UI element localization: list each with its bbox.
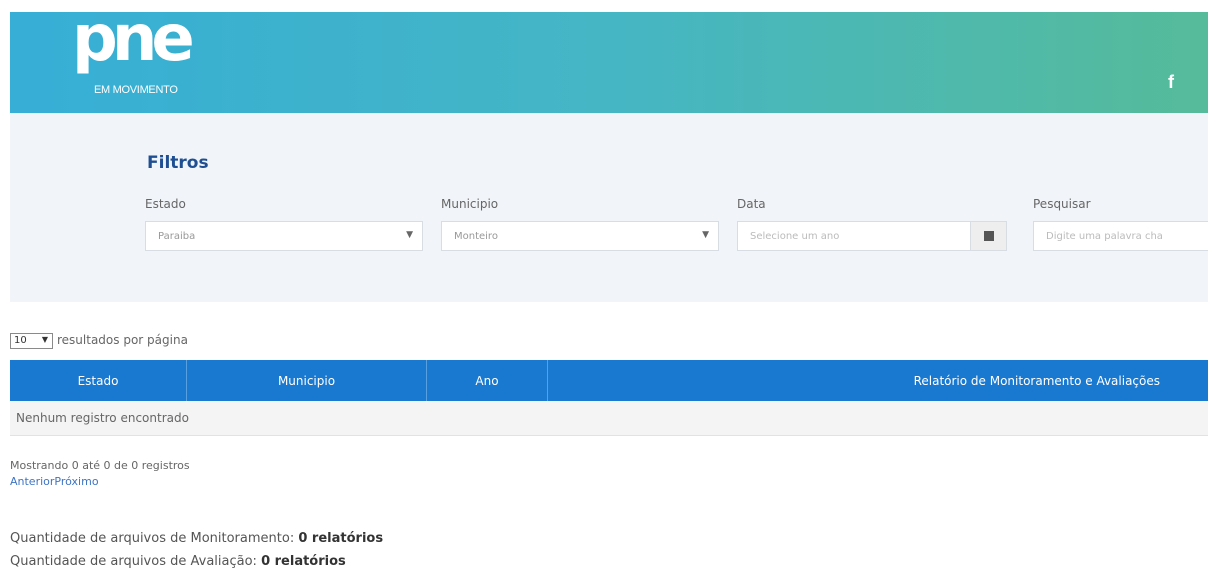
municipio-select[interactable]: Monteiro ▼ <box>441 221 719 251</box>
search-input-placeholder: Digite uma palavra cha <box>1046 231 1163 242</box>
filters-panel: Filtros Estado Paraiba ▼ Municipio Monte… <box>10 113 1208 302</box>
monitoramento-count: Quantidade de arquivos de Monitoramento:… <box>10 531 383 546</box>
pesquisar-label: Pesquisar <box>1033 197 1091 211</box>
logo-wordmark: pne <box>72 2 195 76</box>
column-header-relatorio[interactable]: Relatório de Monitoramento e Avaliações <box>548 360 1208 401</box>
estado-select-value: Paraiba <box>158 231 196 242</box>
chevron-down-icon: ▼ <box>406 230 413 240</box>
empty-message: Nenhum registro encontrado <box>16 411 189 425</box>
chevron-down-icon: ▼ <box>41 335 48 344</box>
table-header: Estado Municipio Ano Relatório de Monito… <box>10 360 1208 401</box>
per-page-value: 10 <box>14 335 27 346</box>
year-input-placeholder: Selecione um ano <box>750 231 840 242</box>
facebook-icon[interactable]: f <box>1168 72 1174 93</box>
estado-label: Estado <box>145 197 186 211</box>
monitoramento-label: Quantidade de arquivos de Monitoramento: <box>10 531 295 546</box>
pagination-controls: AnteriorPróximo <box>10 475 99 488</box>
site-header: pne EM MOVIMENTO f <box>10 2 1208 113</box>
search-input[interactable]: Digite uma palavra cha <box>1033 221 1208 251</box>
municipio-select-value: Monteiro <box>454 231 498 242</box>
previous-link[interactable]: Anterior <box>10 475 54 488</box>
filters-title: Filtros <box>147 153 209 173</box>
data-label: Data <box>737 197 766 211</box>
next-link[interactable]: Próximo <box>54 475 98 488</box>
calendar-icon <box>984 231 994 241</box>
pne-logo[interactable]: pne EM MOVIMENTO <box>72 2 232 106</box>
per-page-label: resultados por página <box>57 333 188 347</box>
chevron-down-icon: ▼ <box>702 230 709 240</box>
calendar-button[interactable] <box>970 222 1006 250</box>
column-header-estado[interactable]: Estado <box>10 360 187 401</box>
table-row: Nenhum registro encontrado <box>10 401 1208 436</box>
avaliacao-count: Quantidade de arquivos de Avaliação: 0 r… <box>10 554 346 569</box>
logo-subtitle: EM MOVIMENTO <box>94 84 178 96</box>
column-header-ano[interactable]: Ano <box>427 360 548 401</box>
avaliacao-value: 0 relatórios <box>261 554 346 569</box>
per-page-select[interactable]: 10 ▼ <box>10 333 53 349</box>
monitoramento-value: 0 relatórios <box>298 531 384 546</box>
avaliacao-label: Quantidade de arquivos de Avaliação: <box>10 554 257 569</box>
year-input[interactable]: Selecione um ano <box>737 221 1007 251</box>
pagination-info: Mostrando 0 até 0 de 0 registros <box>10 459 190 472</box>
estado-select[interactable]: Paraiba ▼ <box>145 221 423 251</box>
column-header-municipio[interactable]: Municipio <box>187 360 427 401</box>
municipio-label: Municipio <box>441 197 499 211</box>
results-table: Estado Municipio Ano Relatório de Monito… <box>10 360 1208 436</box>
